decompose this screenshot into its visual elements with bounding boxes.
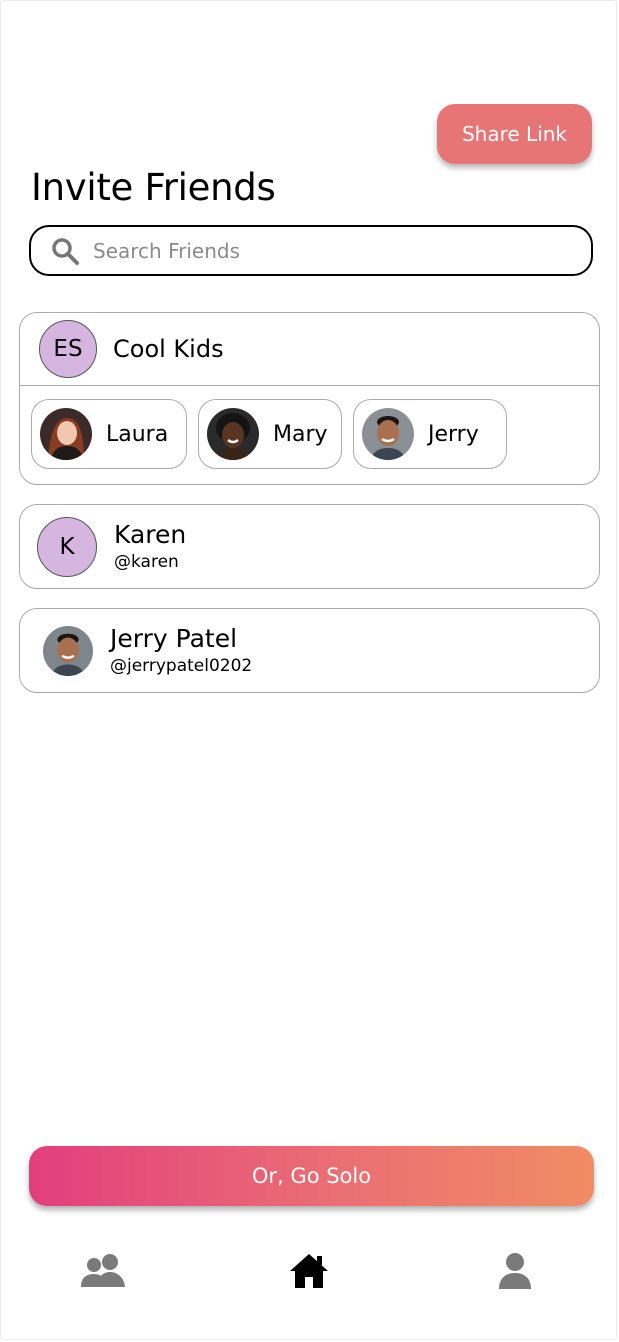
- group-header[interactable]: ES Cool Kids: [20, 313, 599, 386]
- group-members: Laura Mary Jerry: [31, 399, 518, 469]
- member-name: Mary: [273, 421, 328, 447]
- home-icon: [288, 1252, 330, 1294]
- friend-initials-avatar: K: [37, 516, 97, 577]
- page-title: Invite Friends: [31, 166, 276, 209]
- friend-card-karen[interactable]: K Karen @karen: [19, 504, 600, 589]
- share-link-button[interactable]: Share Link: [437, 104, 592, 164]
- member-chip-jerry[interactable]: Jerry: [353, 399, 507, 469]
- friends-icon: [79, 1253, 127, 1293]
- friend-info: Karen @karen: [114, 520, 186, 573]
- avatar: [40, 408, 92, 460]
- member-name: Jerry: [428, 421, 479, 447]
- member-chip-laura[interactable]: Laura: [31, 399, 187, 469]
- go-solo-button[interactable]: Or, Go Solo: [29, 1146, 594, 1206]
- search-bar[interactable]: [29, 225, 593, 276]
- member-name: Laura: [106, 421, 169, 447]
- nav-friends[interactable]: [78, 1245, 128, 1300]
- friend-name: Jerry Patel: [110, 624, 238, 653]
- member-chip-mary[interactable]: Mary: [198, 399, 342, 469]
- friend-handle: @jerrypatel0202: [110, 656, 253, 676]
- bottom-nav: [0, 1245, 619, 1300]
- friend-handle: @karen: [114, 552, 179, 572]
- search-icon: [51, 236, 81, 266]
- group-card[interactable]: ES Cool Kids Laura Mary Jerry: [19, 312, 600, 485]
- nav-profile[interactable]: [495, 1245, 535, 1300]
- avatar: [207, 408, 259, 460]
- group-initials-avatar: ES: [39, 320, 97, 378]
- friend-info: Jerry Patel @jerrypatel0202: [110, 624, 252, 677]
- friend-name: Karen: [114, 520, 187, 549]
- profile-icon: [497, 1252, 533, 1294]
- search-input[interactable]: [91, 237, 555, 264]
- group-name: Cool Kids: [113, 335, 224, 363]
- nav-home[interactable]: [287, 1245, 331, 1300]
- avatar: [362, 408, 414, 460]
- friend-card-jerry-patel[interactable]: Jerry Patel @jerrypatel0202: [19, 608, 600, 693]
- avatar: [43, 625, 93, 676]
